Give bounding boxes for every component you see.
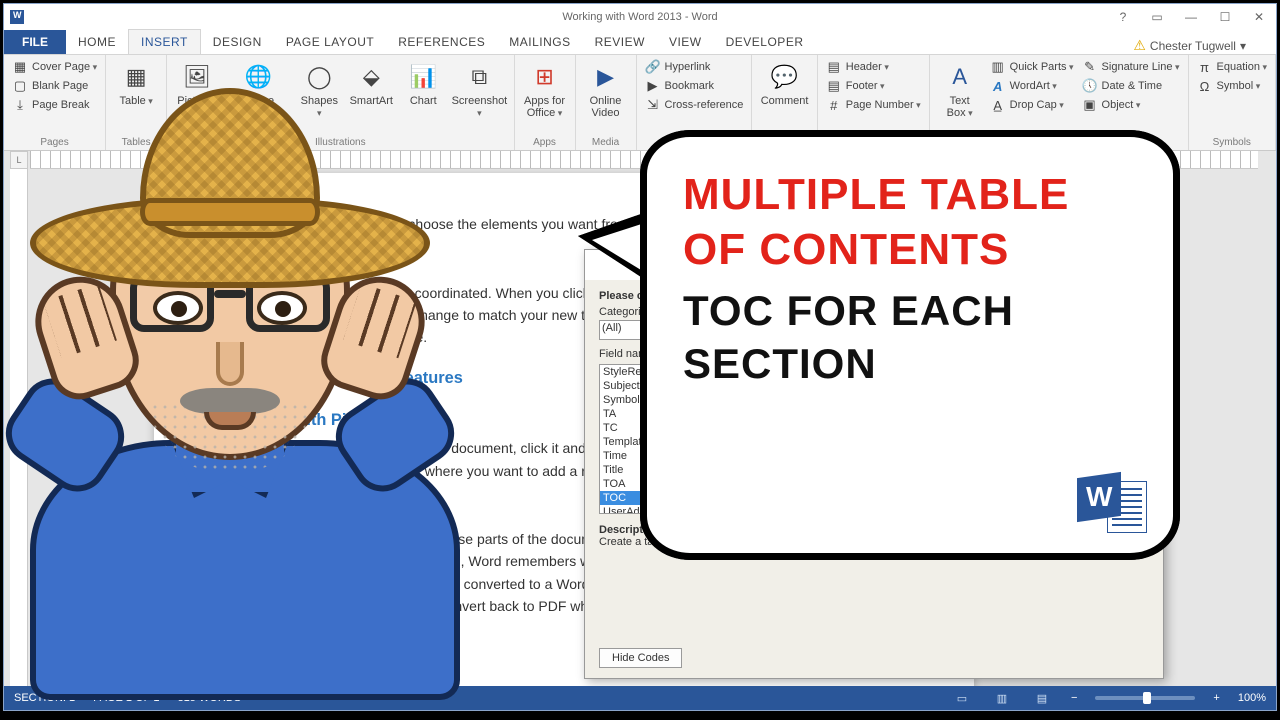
warning-icon: ⚠ bbox=[1133, 37, 1146, 54]
help-icon[interactable]: ? bbox=[1106, 6, 1140, 28]
quick-parts-button[interactable]: ▥Quick Parts bbox=[990, 59, 1074, 75]
header-button[interactable]: ▤Header bbox=[826, 59, 921, 75]
presenter-avatar bbox=[0, 60, 490, 700]
tab-file[interactable]: FILE bbox=[4, 30, 66, 54]
group-media: ▶Online Video Media bbox=[576, 55, 637, 150]
bubble-line-1: MULTIPLE TABLE bbox=[683, 167, 1137, 222]
group-symbols: πEquation ΩSymbol Symbols bbox=[1189, 55, 1276, 150]
web-layout-icon[interactable]: ▤ bbox=[1031, 689, 1053, 707]
tab-references[interactable]: REFERENCES bbox=[386, 30, 497, 54]
bookmark-button[interactable]: ▶Bookmark bbox=[645, 78, 744, 94]
comment-button[interactable]: 💬Comment bbox=[760, 59, 808, 107]
equation-button[interactable]: πEquation bbox=[1197, 59, 1267, 75]
zoom-slider[interactable] bbox=[1095, 696, 1195, 700]
word-app-icon: W bbox=[1077, 475, 1147, 539]
zoom-out-icon[interactable]: − bbox=[1071, 692, 1077, 704]
cross-reference-button[interactable]: ⇲Cross-reference bbox=[645, 97, 744, 113]
date-time-button[interactable]: 🕔Date & Time bbox=[1082, 78, 1180, 94]
tab-insert[interactable]: INSERT bbox=[128, 29, 201, 54]
close-icon[interactable]: ✕ bbox=[1242, 6, 1276, 28]
apps-for-office-button[interactable]: ⊞Apps for Office bbox=[523, 59, 567, 119]
group-apps: ⊞Apps for Office Apps bbox=[515, 55, 576, 150]
tab-developer[interactable]: DEVELOPER bbox=[714, 30, 816, 54]
object-button[interactable]: ▣Object bbox=[1082, 97, 1180, 113]
user-name: Chester Tugwell bbox=[1150, 39, 1236, 53]
footer-button[interactable]: ▤Footer bbox=[826, 78, 921, 94]
ribbon-collapse-icon[interactable]: ▭ bbox=[1140, 6, 1174, 28]
symbol-button[interactable]: ΩSymbol bbox=[1197, 78, 1267, 94]
bubble-line-3: TOC FOR EACH bbox=[683, 285, 1137, 338]
print-layout-icon[interactable]: ▥ bbox=[991, 689, 1013, 707]
maximize-icon[interactable]: ☐ bbox=[1208, 6, 1242, 28]
bubble-line-4: SECTION bbox=[683, 338, 1137, 391]
page-number-button[interactable]: #Page Number bbox=[826, 97, 921, 113]
bubble-line-2: OF CONTENTS bbox=[683, 222, 1137, 277]
wordart-button[interactable]: AWordArt bbox=[990, 78, 1074, 94]
read-mode-icon[interactable]: ▭ bbox=[951, 689, 973, 707]
tab-home[interactable]: HOME bbox=[66, 30, 128, 54]
minimize-icon[interactable]: — bbox=[1174, 6, 1208, 28]
text-box-button[interactable]: AText Box bbox=[938, 59, 982, 119]
window-title: Working with Word 2013 - Word bbox=[4, 11, 1276, 23]
online-video-button[interactable]: ▶Online Video bbox=[584, 59, 628, 119]
hide-codes-button[interactable]: Hide Codes bbox=[599, 648, 682, 668]
account-user[interactable]: ⚠ Chester Tugwell ▾ bbox=[1133, 37, 1276, 54]
tab-view[interactable]: VIEW bbox=[657, 30, 714, 54]
chevron-down-icon: ▾ bbox=[1240, 39, 1246, 53]
window-titlebar: Working with Word 2013 - Word ? ▭ — ☐ ✕ bbox=[4, 4, 1276, 29]
zoom-level[interactable]: 100% bbox=[1238, 692, 1266, 704]
tab-design[interactable]: DESIGN bbox=[201, 30, 274, 54]
tab-review[interactable]: REVIEW bbox=[583, 30, 657, 54]
hyperlink-button[interactable]: 🔗Hyperlink bbox=[645, 59, 744, 75]
speech-bubble: MULTIPLE TABLE OF CONTENTS TOC FOR EACH … bbox=[640, 130, 1180, 560]
signature-line-button[interactable]: ✎Signature Line bbox=[1082, 59, 1180, 75]
ribbon-tab-strip: FILE HOME INSERT DESIGN PAGE LAYOUT REFE… bbox=[4, 29, 1276, 55]
tab-mailings[interactable]: MAILINGS bbox=[497, 30, 582, 54]
zoom-in-icon[interactable]: + bbox=[1213, 692, 1219, 704]
tab-page-layout[interactable]: PAGE LAYOUT bbox=[274, 30, 386, 54]
drop-cap-button[interactable]: A̲Drop Cap bbox=[990, 97, 1074, 113]
